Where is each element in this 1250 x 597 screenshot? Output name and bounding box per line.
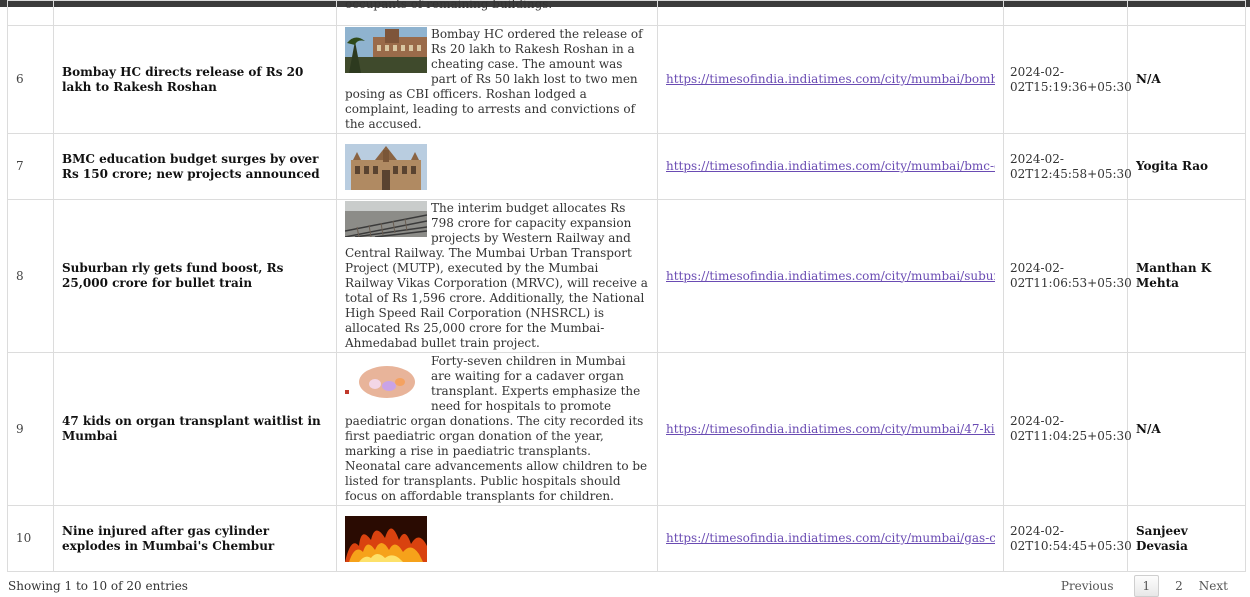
news-table: occupants of remaining buildings. 6 Bomb… bbox=[7, 0, 1246, 572]
article-title: Bombay HC directs release of Rs 20 lakh … bbox=[62, 64, 304, 94]
author-name: N/A bbox=[1136, 72, 1161, 86]
article-title: BMC education budget surges by over Rs 1… bbox=[62, 151, 320, 181]
article-title: 47 kids on organ transplant waitlist in … bbox=[62, 414, 321, 443]
table-row: 9 47 kids on organ transplant waitlist i… bbox=[7, 352, 1246, 506]
row-number: 10 bbox=[7, 505, 54, 572]
row-number: 8 bbox=[7, 199, 54, 353]
article-link[interactable]: https://timesofindia.indiatimes.com/city… bbox=[666, 159, 995, 174]
page-button-1[interactable]: 1 bbox=[1133, 575, 1160, 597]
author-name: N/A bbox=[1136, 421, 1161, 436]
publish-date: 2024-02-02T12:45:58+05:30 bbox=[1010, 151, 1132, 181]
table-row: 8 Suburban rly gets fund boost, Rs 25,00… bbox=[7, 199, 1246, 353]
table-row: 7 BMC education budget surges by over Rs… bbox=[7, 133, 1246, 200]
article-link[interactable]: https://timesofindia.indiatimes.com/city… bbox=[666, 269, 995, 284]
bmc-building-photo-icon bbox=[345, 143, 427, 190]
publish-date: 2024-02-02T11:04:25+05:30 bbox=[1010, 414, 1132, 443]
publish-date: 2024-02-02T10:54:45+05:30 bbox=[1010, 523, 1132, 553]
author-name: Yogita Rao bbox=[1136, 159, 1208, 173]
article-title: Nine injured after gas cylinder explodes… bbox=[62, 523, 275, 553]
article-title: Suburban rly gets fund boost, Rs 25,000 … bbox=[62, 261, 284, 290]
railway-tracks-photo-icon bbox=[345, 201, 427, 237]
pagination: Previous 1 2 Next bbox=[1053, 575, 1236, 597]
article-link[interactable]: https://timesofindia.indiatimes.com/city… bbox=[666, 72, 995, 87]
article-link[interactable]: https://timesofindia.indiatimes.com/city… bbox=[666, 422, 995, 437]
description-text: occupants of remaining buildings. bbox=[345, 0, 553, 11]
courthouse-photo-icon bbox=[345, 27, 427, 73]
row-number: 6 bbox=[7, 25, 54, 134]
news-table-wrapper: occupants of remaining buildings. 6 Bomb… bbox=[7, 0, 1246, 572]
hands-organ-photo-icon bbox=[345, 354, 427, 404]
next-page-button[interactable]: Next bbox=[1191, 576, 1236, 596]
page-button-2[interactable]: 2 bbox=[1167, 576, 1191, 596]
table-row: 10 Nine injured after gas cylinder explo… bbox=[7, 505, 1246, 572]
entries-info: Showing 1 to 10 of 20 entries bbox=[8, 579, 188, 593]
fire-photo-icon bbox=[345, 515, 427, 562]
previous-page-button[interactable]: Previous bbox=[1053, 576, 1122, 596]
table-footer: Showing 1 to 10 of 20 entries Previous 1… bbox=[0, 573, 1250, 597]
publish-date: 2024-02-02T15:19:36+05:30 bbox=[1010, 64, 1132, 94]
table-row: occupants of remaining buildings. bbox=[7, 0, 1246, 26]
row-number: 9 bbox=[7, 352, 54, 506]
author-name: Manthan K Mehta bbox=[1136, 261, 1212, 290]
author-name: Sanjeev Devasia bbox=[1136, 523, 1188, 553]
table-row: 6 Bombay HC directs release of Rs 20 lak… bbox=[7, 25, 1246, 134]
article-link[interactable]: https://timesofindia.indiatimes.com/city… bbox=[666, 531, 995, 546]
row-number: 7 bbox=[7, 133, 54, 200]
publish-date: 2024-02-02T11:06:53+05:30 bbox=[1010, 261, 1132, 290]
